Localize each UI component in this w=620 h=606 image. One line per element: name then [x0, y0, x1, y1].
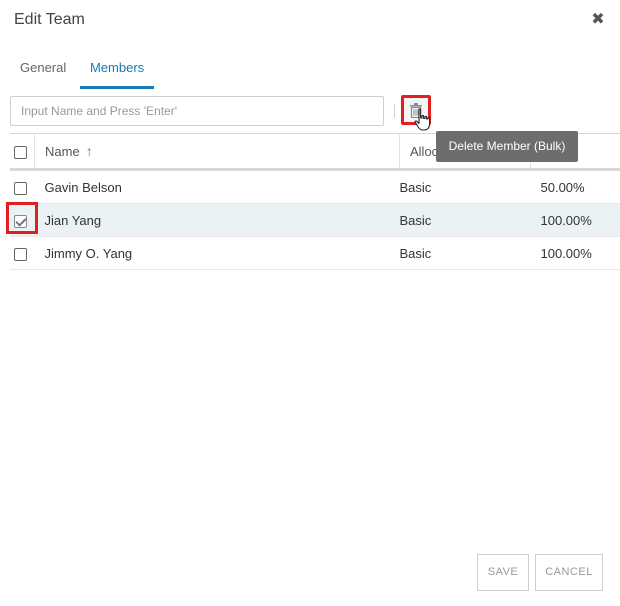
row-select-cell[interactable]: [10, 236, 35, 270]
trash-icon: [410, 103, 422, 118]
select-all-checkbox[interactable]: [14, 145, 27, 159]
member-name: Gavin Belson: [34, 169, 400, 204]
row-checkbox-checked[interactable]: [14, 214, 27, 228]
dialog-title: Edit Team: [14, 11, 85, 28]
row-select-cell[interactable]: [10, 203, 35, 237]
table-row[interactable]: Jian Yang Basic 100.00%: [10, 203, 620, 237]
member-allocation: Basic: [399, 236, 531, 270]
sort-ascending-icon[interactable]: ↑: [86, 143, 93, 159]
member-allocation: Basic: [399, 203, 531, 237]
table-row[interactable]: Jimmy O. Yang Basic 100.00%: [10, 236, 620, 270]
tab-members[interactable]: Members: [90, 60, 144, 75]
cancel-button[interactable]: CANCEL: [535, 554, 603, 591]
row-checkbox[interactable]: [14, 247, 27, 261]
member-percent: 100.00%: [530, 203, 620, 237]
active-tab-indicator: [80, 86, 154, 89]
member-name-input[interactable]: [10, 96, 384, 126]
header-name[interactable]: Name ↑: [34, 133, 400, 171]
member-percent: 50.00%: [530, 169, 620, 204]
toolbar-divider: [394, 104, 395, 118]
row-select-cell[interactable]: [10, 169, 35, 204]
member-percent: 100.00%: [530, 236, 620, 270]
delete-member-bulk-button[interactable]: [401, 95, 431, 125]
member-name: Jian Yang: [34, 203, 400, 237]
member-name: Jimmy O. Yang: [34, 236, 400, 270]
header-select-all[interactable]: [10, 133, 35, 171]
header-name-label: Name: [45, 144, 80, 159]
delete-tooltip: Delete Member (Bulk): [436, 131, 578, 162]
tab-general[interactable]: General: [20, 60, 66, 75]
close-icon[interactable]: ✖: [588, 10, 608, 30]
table-row[interactable]: Gavin Belson Basic 50.00%: [10, 169, 620, 204]
member-allocation: Basic: [399, 169, 531, 204]
row-checkbox[interactable]: [14, 181, 27, 195]
save-button[interactable]: SAVE: [477, 554, 529, 591]
